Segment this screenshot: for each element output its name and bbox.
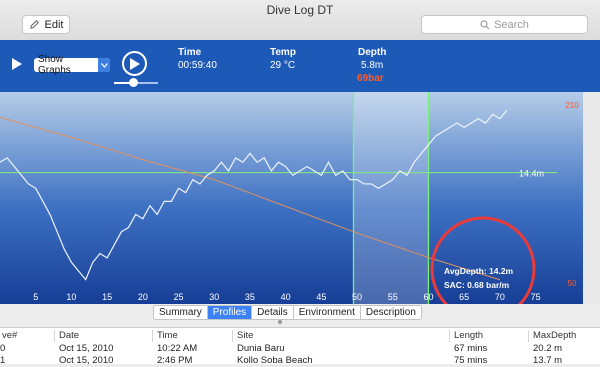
- selection-region: [353, 92, 429, 304]
- resize-handle[interactable]: [278, 320, 282, 324]
- playback-slider[interactable]: [114, 78, 158, 87]
- x-tick-label: 35: [245, 292, 255, 302]
- x-tick-label: 30: [209, 292, 219, 302]
- cell-length: 67 mins: [454, 343, 488, 354]
- search-icon: [480, 19, 490, 29]
- right-axis-gutter: [583, 92, 600, 304]
- cell-time: 10:22 AM: [157, 343, 198, 354]
- col-site[interactable]: Site: [237, 330, 253, 342]
- show-graphs-select[interactable]: Show Graphs: [34, 54, 110, 76]
- right-axis-tick-label: 50: [568, 279, 577, 288]
- x-tick-label: 45: [316, 292, 326, 302]
- table-header: ve# Date Time Site Length MaxDepth: [0, 330, 600, 342]
- cell-dive-number: 0: [0, 343, 6, 354]
- x-tick-label: 65: [459, 292, 469, 302]
- search-placeholder: Search: [494, 18, 529, 31]
- chevron-down-icon: [98, 58, 110, 72]
- time-label: Time: [178, 47, 202, 58]
- search-field[interactable]: Search: [421, 15, 588, 34]
- detail-tabs: Summary Profiles Details Environment Descrip…: [153, 305, 422, 320]
- x-tick-label: 15: [102, 292, 112, 302]
- avg-depth-stat: AvgDepth: 14.2m: [444, 266, 514, 276]
- col-time[interactable]: Time: [157, 330, 178, 342]
- col-maxdepth[interactable]: MaxDepth: [533, 330, 576, 342]
- col-length[interactable]: Length: [454, 330, 483, 342]
- cell-site: Dunia Baru: [237, 343, 285, 354]
- cell-maxdepth: 20.2 m: [533, 343, 563, 354]
- sac-stat: SAC: 0.68 bar/m: [444, 280, 510, 290]
- play-circle-button[interactable]: [122, 51, 147, 76]
- col-dive-number[interactable]: ve#: [2, 330, 17, 342]
- dive-profile-chart[interactable]: 14.4m 5 10 15 20 25 30 35 40 45 50 55 60 65 70 75 210 50 A…: [0, 92, 583, 322]
- right-axis-tick-label: 210: [565, 101, 579, 110]
- edit-button[interactable]: Edit: [22, 15, 70, 34]
- pencil-icon: [29, 20, 39, 29]
- table-row[interactable]: 0 Oct 15, 2010 10:22 AM Dunia Baru 67 mi…: [0, 343, 600, 355]
- play-icon[interactable]: [11, 58, 23, 70]
- x-tick-label: 55: [388, 292, 398, 302]
- tab-environment[interactable]: Environment: [294, 306, 361, 319]
- x-tick-label: 40: [281, 292, 291, 302]
- tab-profiles[interactable]: Profiles: [207, 306, 253, 319]
- tab-details[interactable]: Details: [252, 306, 294, 319]
- pressure-value: 69bar: [357, 73, 384, 84]
- col-date[interactable]: Date: [59, 330, 79, 342]
- cell-length: 75 mins: [454, 355, 488, 366]
- tab-summary[interactable]: Summary: [154, 306, 208, 319]
- x-tick-label: 70: [495, 292, 505, 302]
- depth-label: Depth: [358, 47, 387, 58]
- cell-time: 2:46 PM: [157, 355, 193, 366]
- x-tick-label: 60: [423, 292, 433, 302]
- x-tick-label: 25: [174, 292, 184, 302]
- depth-value: 5.8m: [361, 60, 384, 71]
- show-graphs-label: Show Graphs: [38, 54, 71, 76]
- time-value: 00:59:40: [178, 60, 217, 71]
- cell-dive-number: 1: [0, 355, 6, 366]
- temp-value: 29 °C: [270, 60, 296, 71]
- temp-label: Temp: [270, 47, 296, 58]
- cell-date: Oct 15, 2010: [59, 355, 114, 366]
- x-tick-label: 5: [33, 292, 38, 302]
- x-tick-label: 20: [138, 292, 148, 302]
- dive-profile-svg: 14.4m 5 10 15 20 25 30 35 40 45 50 55 60 65 70 75 210 50 A…: [0, 92, 583, 322]
- tab-description[interactable]: Description: [361, 306, 421, 319]
- cell-date: Oct 15, 2010: [59, 343, 114, 354]
- x-tick-label: 10: [66, 292, 76, 302]
- play-icon: [130, 57, 140, 70]
- edit-label: Edit: [44, 18, 64, 31]
- dive-table: ve# Date Time Site Length MaxDepth 0 Oct…: [0, 327, 600, 367]
- x-tick-label: 50: [352, 292, 362, 302]
- x-tick-label: 75: [531, 292, 541, 302]
- current-depth-label: 14.4m: [519, 169, 544, 179]
- cell-maxdepth: 13.7 m: [533, 355, 563, 366]
- title-bar: Dive Log DT Edit Search: [0, 0, 600, 41]
- cell-site: Kollo Soba Beach: [237, 355, 313, 366]
- table-row[interactable]: 1 Oct 15, 2010 2:46 PM Kollo Soba Beach …: [0, 355, 600, 367]
